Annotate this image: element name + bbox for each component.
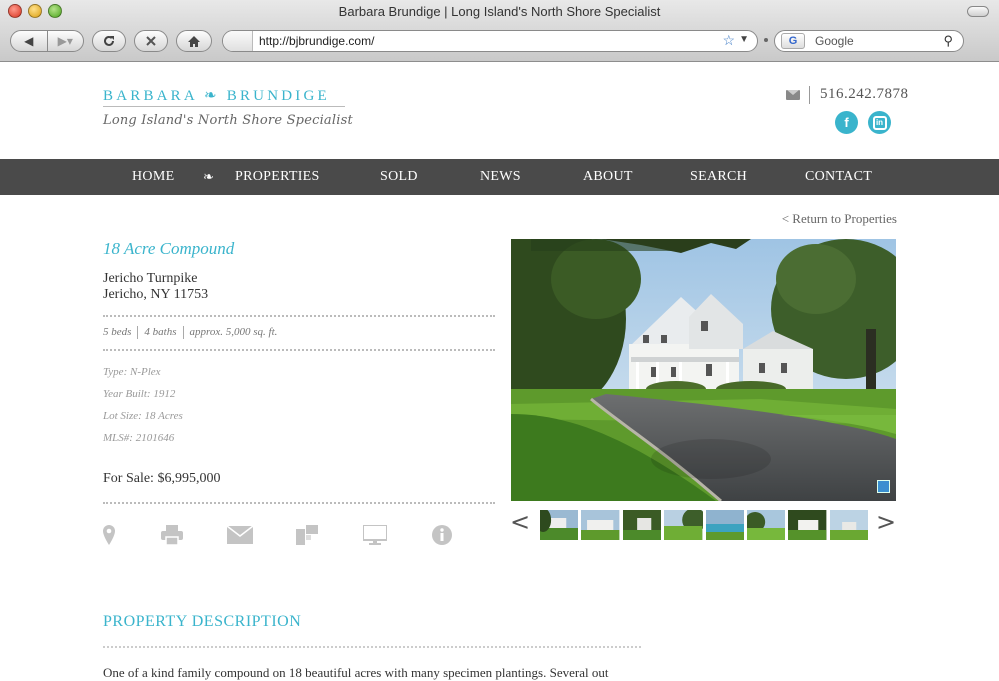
stop-icon [146,36,156,46]
reload-button[interactable] [92,30,126,52]
site-icon-area[interactable] [223,31,253,51]
nav-about[interactable]: ABOUT [583,159,633,195]
return-to-properties-link[interactable]: < Return to Properties [782,211,897,227]
gallery-prev-button[interactable]: < [510,508,530,536]
floorplan-icon[interactable] [296,524,318,546]
photo-thumbnail[interactable] [705,510,744,540]
lot-size: Lot Size: 18 Acres [103,410,183,422]
dotted-divider [103,502,495,504]
map-pin-icon[interactable] [101,524,117,546]
main-navigation: HOME ❧ PROPERTIES SOLD NEWS ABOUT SEARCH… [0,159,999,195]
photo-thumbnail[interactable] [664,510,703,540]
photo-thumbnail[interactable] [746,510,786,540]
email-icon[interactable] [786,90,800,100]
linkedin-icon[interactable]: in [868,111,891,134]
page-content: BARBARA ❧ BRUNDIGE Long Island's North S… [0,62,999,681]
gallery-next-button[interactable]: > [876,508,896,536]
property-type: Type: N-Plex [103,366,161,378]
back-arrow-icon[interactable]: ◀ [11,34,47,48]
google-search-icon[interactable]: G [781,33,805,49]
flourish-icon: ❧ [203,169,214,184]
dotted-divider [103,646,641,648]
nav-sold[interactable]: SOLD [380,159,418,195]
address-line-1: Jericho Turnpike [103,271,198,286]
search-input[interactable]: G Google ⚲ [774,30,964,52]
photo-thumbnail[interactable] [788,510,827,540]
beds: 5 beds [103,326,132,339]
header-divider [809,86,810,104]
year-built: Year Built: 1912 [103,388,176,400]
home-button[interactable] [176,30,212,52]
baths: 4 baths [144,326,177,339]
print-icon[interactable] [160,524,184,546]
square-footage: approx. 5,000 sq. ft. [189,326,278,339]
property-specs: 5 beds 4 baths approx. 5,000 sq. ft. [103,326,277,339]
reload-icon [104,35,114,46]
browser-toolbar: ◀ ▶▾ http://bjbrundige.com/ ☆ ▼ G Google… [0,26,999,58]
home-icon [188,35,200,47]
photo-thumbnail[interactable] [622,510,662,540]
toolbar-separator [764,38,768,42]
phone-number: 516.242.7878 [820,86,909,102]
house-photo-image [511,239,896,501]
nav-properties[interactable]: PROPERTIES [235,159,320,195]
site-logo[interactable]: BARBARA ❧ BRUNDIGE [103,86,330,105]
dotted-divider [103,315,495,317]
bookmark-star-icon[interactable]: ☆ [722,32,735,49]
logo-divider [103,106,345,107]
property-description-heading: PROPERTY DESCRIPTION [103,613,302,630]
stop-button[interactable] [134,30,168,52]
photo-thumbnail[interactable] [829,510,868,540]
address-line-2: Jericho, NY 11753 [103,287,209,302]
search-placeholder: Google [815,34,854,48]
property-description-text: One of a kind family compound on 18 beau… [103,665,609,680]
dotted-divider [103,349,495,351]
photo-thumbnail[interactable] [540,510,579,540]
search-icon[interactable]: ⚲ [943,33,953,49]
expand-icon[interactable] [877,480,890,493]
minimize-window-button[interactable] [28,4,42,18]
zoom-window-button[interactable] [48,4,62,18]
nav-news[interactable]: NEWS [480,159,521,195]
window-title: Barbara Brundige | Long Island's North S… [338,4,661,19]
nav-search[interactable]: SEARCH [690,159,747,195]
address-bar[interactable]: http://bjbrundige.com/ ☆ ▼ [222,30,758,52]
photo-thumbnail-strip [540,510,868,540]
property-main-photo[interactable] [511,239,896,501]
facebook-icon[interactable]: f [835,111,858,134]
nav-contact[interactable]: CONTACT [805,159,872,195]
forward-arrow-icon[interactable]: ▶▾ [48,34,84,48]
virtual-tour-icon[interactable] [362,524,388,546]
photo-thumbnail[interactable] [581,510,620,540]
property-price: For Sale: $6,995,000 [103,471,221,486]
close-window-button[interactable] [8,4,22,18]
site-tagline: Long Island's North Shore Specialist [103,113,353,128]
back-forward-group: ◀ ▶▾ [10,30,84,52]
chevron-down-icon[interactable]: ▼ [739,34,749,45]
toolbar-toggle-button[interactable] [967,6,989,17]
nav-home[interactable]: HOME [132,159,174,195]
property-title: 18 Acre Compound [103,239,235,258]
url-text: http://bjbrundige.com/ [259,34,375,48]
email-icon[interactable] [227,524,253,546]
browser-chrome: Barbara Brundige | Long Island's North S… [0,0,999,62]
info-icon[interactable] [431,524,453,546]
mls-number: MLS#: 2101646 [103,432,175,444]
